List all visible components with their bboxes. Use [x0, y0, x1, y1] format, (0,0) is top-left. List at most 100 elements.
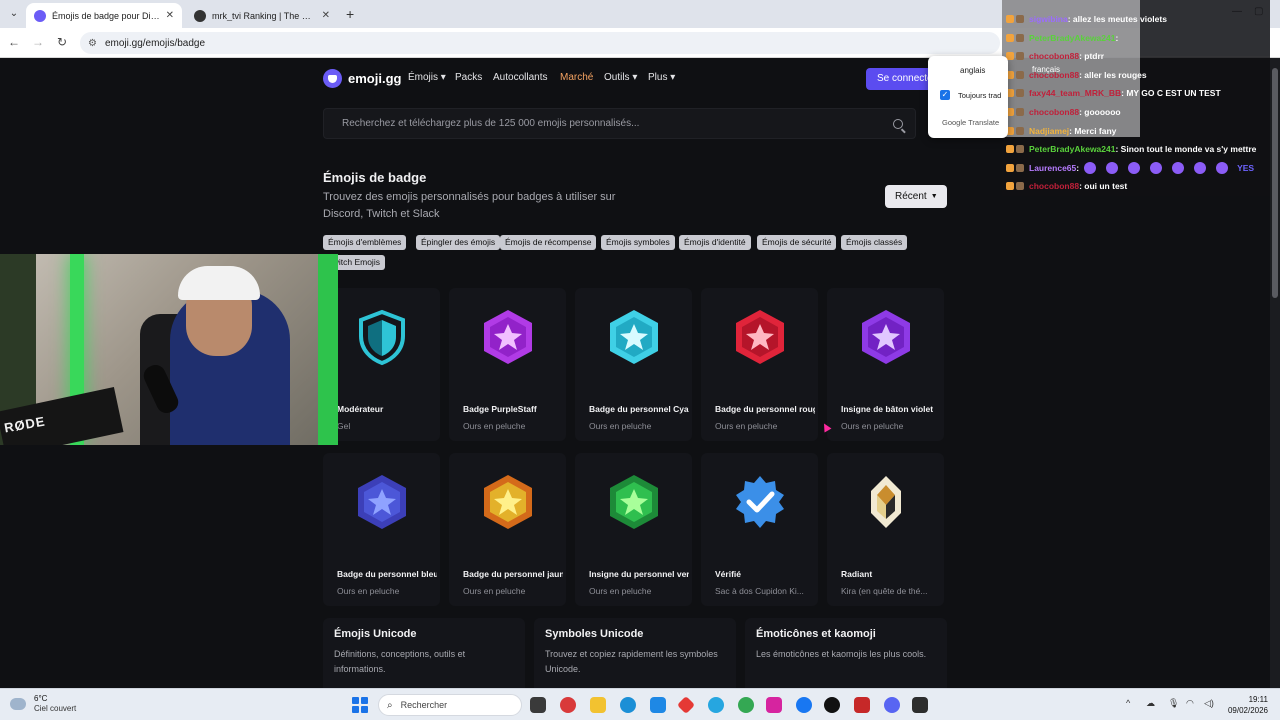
cloud-tray-icon[interactable]: ☁ — [1146, 698, 1155, 709]
emoji-pack[interactable]: Ours en peluche — [715, 421, 815, 431]
nav-marche[interactable]: Marché — [560, 72, 593, 83]
webcam-cap — [178, 266, 260, 300]
emoji-pack[interactable]: Ours en peluche — [463, 586, 563, 596]
tab-search-icon[interactable]: ⌄ — [6, 6, 22, 22]
chat-username[interactable]: chocobon88 — [1029, 181, 1079, 191]
emoji-gg-favicon-icon — [34, 9, 46, 22]
app-shield-icon[interactable] — [854, 697, 870, 713]
taskbar-search[interactable]: ⌕ Rechercher — [378, 694, 522, 716]
scrollbar-thumb[interactable] — [1272, 68, 1278, 298]
emoji-card-moderateur[interactable]: Modérateur Gel — [323, 288, 440, 441]
chip-symboles[interactable]: Émojis symboles — [601, 235, 675, 250]
translate-popup: anglais français ✓ Toujours trad Google … — [928, 56, 1060, 138]
emoji-card-cyan[interactable]: Badge du personnel Cyan Ours en peluche — [575, 288, 692, 441]
page-description: Trouvez des emojis personnalisés pour ba… — [323, 191, 616, 220]
nav-autocollants[interactable]: Autocollants — [493, 72, 547, 83]
address-bar[interactable]: ⚙ emoji.gg/emojis/badge — [80, 32, 1000, 54]
file-explorer-icon[interactable] — [590, 697, 606, 713]
tray-chevron-up-icon[interactable]: ^ — [1126, 698, 1130, 708]
new-tab-plus-icon[interactable]: + — [346, 6, 354, 22]
weather-widget[interactable]: 6°C Ciel couvert — [10, 694, 76, 714]
login-button[interactable]: Se connecter — [866, 68, 936, 90]
tab-emoji-badge[interactable]: Émojis de badge pour Discord ✕ — [26, 3, 182, 28]
feature-unicode-emojis[interactable]: Émojis Unicode Définitions, conceptions,… — [323, 618, 525, 688]
emoji-pack[interactable]: Kira (en quête de thé... — [841, 586, 941, 596]
emoji-search-input[interactable]: Recherchez et téléchargez plus de 125 00… — [323, 108, 916, 139]
app-red-icon[interactable] — [560, 697, 576, 713]
facebook-icon[interactable] — [796, 697, 812, 713]
emoji-card-jaune[interactable]: Badge du personnel jaune Ours en peluche — [449, 453, 566, 606]
emoji-pack[interactable]: Ours en peluche — [463, 421, 563, 431]
chat-badge-icon — [1016, 15, 1024, 23]
tab-ranking[interactable]: mrk_tvi Ranking | The best Cha ✕ — [186, 3, 338, 28]
chat-username[interactable]: chocobon88 — [1029, 51, 1079, 61]
emoji-card-radiant[interactable]: Radiant Kira (en quête de thé... — [827, 453, 944, 606]
feature-desc: Définitions, conceptions, outils et info… — [334, 649, 466, 674]
emoji-pack[interactable]: Sac à dos Cupidon Ki... — [715, 586, 815, 596]
discord-icon[interactable] — [884, 697, 900, 713]
back-arrow-icon[interactable]: ← — [6, 34, 22, 50]
app-diamond-icon[interactable] — [676, 695, 696, 715]
nav-emojis[interactable]: Émojis ▾ — [408, 72, 446, 83]
emoji-card-bleu[interactable]: Badge du personnel bleu Ours en peluche — [323, 453, 440, 606]
site-info-icon[interactable]: ⚙ — [88, 38, 97, 49]
app-blue-icon[interactable] — [708, 697, 724, 713]
checkbox-checked-icon[interactable]: ✓ — [940, 90, 950, 100]
translate-lang-from[interactable]: anglais — [960, 66, 985, 75]
chat-message-text: : goooooo — [1079, 107, 1121, 117]
emoji-pack[interactable]: Gel — [337, 421, 437, 431]
windows-start-icon[interactable] — [352, 697, 368, 713]
wifi-icon[interactable]: ◠ — [1186, 698, 1194, 709]
close-icon[interactable]: ✕ — [166, 10, 174, 21]
feature-unicode-symbols[interactable]: Symboles Unicode Trouvez et copiez rapid… — [534, 618, 736, 688]
emoji-card-violet[interactable]: Insigne de bâton violet Ours en peluche — [827, 288, 944, 441]
tiktok-icon[interactable] — [824, 697, 840, 713]
chat-emote-icon — [1084, 161, 1097, 174]
close-icon[interactable]: ✕ — [322, 10, 330, 21]
chrome-icon[interactable] — [738, 697, 754, 713]
emoji-pack[interactable]: Ours en peluche — [337, 586, 437, 596]
system-clock[interactable]: 19:11 09/02/2026 — [1222, 694, 1268, 716]
chat-message-text: : — [1115, 32, 1119, 43]
emoji-card-purplestaff[interactable]: Badge PurpleStaff Ours en peluche — [449, 288, 566, 441]
site-logo[interactable]: emoji.gg — [323, 69, 401, 88]
search-icon[interactable] — [893, 118, 903, 129]
nav-packs[interactable]: Packs — [455, 72, 482, 83]
chat-username[interactable]: chocobon88 — [1029, 107, 1079, 117]
instagram-icon[interactable] — [766, 697, 782, 713]
volume-icon[interactable]: ◁) — [1204, 698, 1214, 709]
chat-username[interactable]: Laurence65 — [1029, 163, 1076, 173]
chip-epingler[interactable]: Épingler des émojis — [416, 235, 501, 250]
mic-tray-icon[interactable]: 🎙 — [1168, 698, 1179, 709]
feature-kaomoji[interactable]: Émoticônes et kaomoji Les émoticônes et … — [745, 618, 947, 688]
chip-emblemes[interactable]: Émojis d'emblèmes — [323, 235, 407, 250]
chat-username[interactable]: faxy44_team_MRK_BB — [1029, 88, 1121, 98]
edge-icon[interactable] — [620, 697, 636, 713]
page-scrollbar[interactable] — [1270, 58, 1280, 688]
task-view-icon[interactable] — [530, 697, 546, 713]
terminal-icon[interactable] — [912, 697, 928, 713]
chip-classes[interactable]: Émojis classés — [841, 235, 908, 250]
nav-outils[interactable]: Outils ▾ — [604, 72, 637, 83]
chip-identite[interactable]: Émojis d'identité — [679, 235, 751, 250]
chat-username[interactable]: sigwibina — [1029, 14, 1068, 24]
store-icon[interactable] — [650, 697, 666, 713]
cloud-icon — [10, 698, 26, 710]
chip-securite[interactable]: Émojis de sécurité — [757, 235, 837, 250]
chat-username[interactable]: Nadjiamej — [1029, 126, 1069, 136]
chat-emote-text: YES — [1237, 162, 1255, 173]
translate-lang-to[interactable]: français — [1032, 65, 1060, 74]
emoji-card-rouge[interactable]: Badge du personnel rouge Ours en peluche — [701, 288, 818, 441]
reload-icon[interactable]: ↻ — [54, 34, 70, 50]
emoji-pack[interactable]: Ours en peluche — [841, 421, 941, 431]
emoji-pack[interactable]: Ours en peluche — [589, 421, 689, 431]
emoji-card-vert[interactable]: Insigne du personnel vert Ours en peluch… — [575, 453, 692, 606]
emoji-card-verifie[interactable]: Vérifié Sac à dos Cupidon Ki... — [701, 453, 818, 606]
chat-username[interactable]: PeterBradyAkewa241 — [1029, 33, 1115, 43]
emoji-pack[interactable]: Ours en peluche — [589, 586, 689, 596]
sort-dropdown[interactable]: Récent ▼ — [885, 185, 947, 208]
chip-recompense[interactable]: Émojis de récompense — [500, 235, 597, 250]
chat-username[interactable]: PeterBradyAkewa241 — [1029, 144, 1115, 154]
forward-arrow-icon[interactable]: → — [30, 34, 46, 50]
nav-plus[interactable]: Plus ▾ — [648, 72, 675, 83]
